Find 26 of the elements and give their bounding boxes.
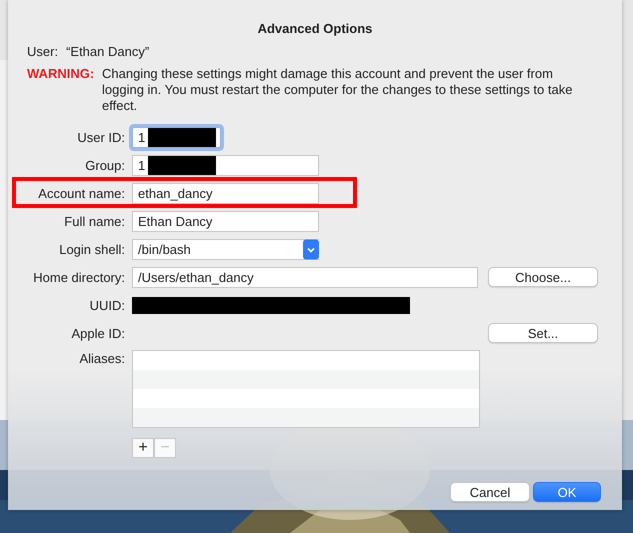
warning-label: WARNING: — [27, 66, 96, 83]
field-label: Full name: — [64, 214, 125, 228]
text-field[interactable]: /Users/ethan_dancy — [132, 266, 478, 288]
cancel-button[interactable]: Cancel — [450, 482, 530, 502]
user-name: “Ethan Dancy” — [66, 43, 150, 60]
chevron-down-icon — [303, 238, 319, 260]
text-field[interactable]: Ethan Dancy — [132, 210, 319, 232]
text-field[interactable]: ethan_dancy — [132, 182, 319, 204]
field-label: Group: — [85, 158, 125, 172]
warning-text: Changing these settings might damage this account and prevent the user from logging in. You must restart the computer for the changes to these settings to take effect. — [102, 66, 574, 114]
field-label: Apple ID: — [72, 326, 125, 340]
push-button[interactable]: Set... — [488, 323, 598, 343]
user-label: User: — [27, 43, 58, 60]
add-button[interactable]: + — [132, 438, 154, 458]
push-button[interactable]: Choose... — [488, 267, 598, 287]
popup-menu[interactable]: /bin/bash — [132, 238, 319, 260]
dialog-title: Advanced Options — [256, 20, 374, 37]
field-label: User ID: — [77, 130, 125, 144]
field-label: Home directory: — [33, 270, 125, 284]
field-label: UUID: — [90, 298, 125, 312]
ok-button[interactable]: OK — [533, 482, 601, 502]
aliases-list[interactable] — [132, 350, 480, 428]
field-label: Login shell: — [59, 242, 125, 256]
text-field[interactable]: 1 — [132, 154, 319, 176]
field-label: Aliases: — [79, 351, 125, 366]
field-label: Account name: — [38, 186, 125, 200]
